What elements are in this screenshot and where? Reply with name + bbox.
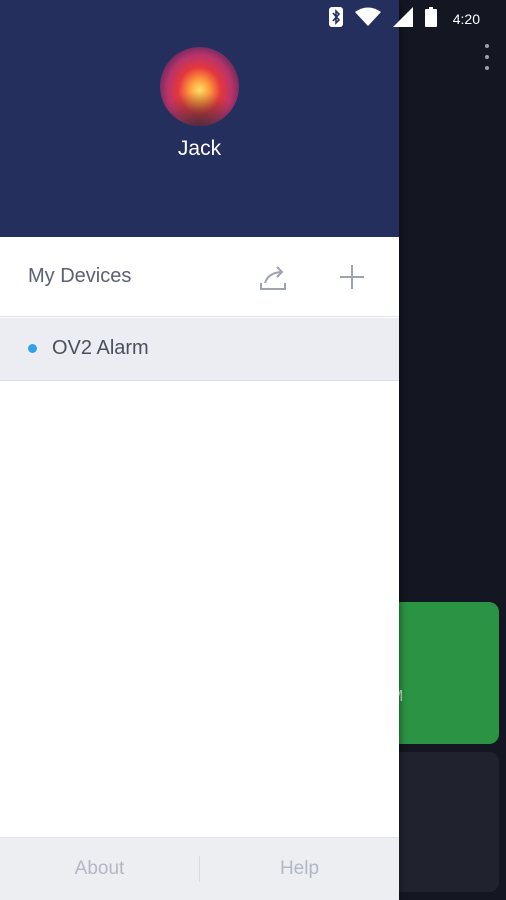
cell-signal-icon — [392, 6, 413, 32]
overflow-menu-icon[interactable] — [482, 44, 492, 70]
user-name: Jack — [177, 137, 222, 160]
avatar[interactable] — [160, 47, 239, 126]
about-link[interactable]: About — [0, 858, 199, 880]
devices-title: My Devices — [28, 265, 132, 287]
share-button[interactable] — [256, 261, 290, 293]
share-icon — [260, 266, 286, 290]
plus-icon — [340, 265, 364, 289]
add-device-button[interactable] — [336, 261, 368, 293]
devices-section-header: My Devices — [0, 237, 399, 317]
status-bar: 4:20 — [0, 0, 506, 38]
device-status-dot — [28, 344, 37, 353]
battery-icon — [424, 6, 437, 32]
device-name: OV2 Alarm — [52, 337, 149, 359]
wifi-icon — [354, 7, 381, 32]
navigation-drawer: Jack My Devices OV2 Alarm About Help — [0, 0, 399, 900]
device-list-item[interactable]: OV2 Alarm — [0, 318, 399, 381]
drawer-footer: About Help — [0, 837, 399, 900]
bluetooth-icon — [328, 6, 343, 32]
status-time: 4:20 — [452, 11, 480, 27]
help-link[interactable]: Help — [200, 858, 399, 880]
